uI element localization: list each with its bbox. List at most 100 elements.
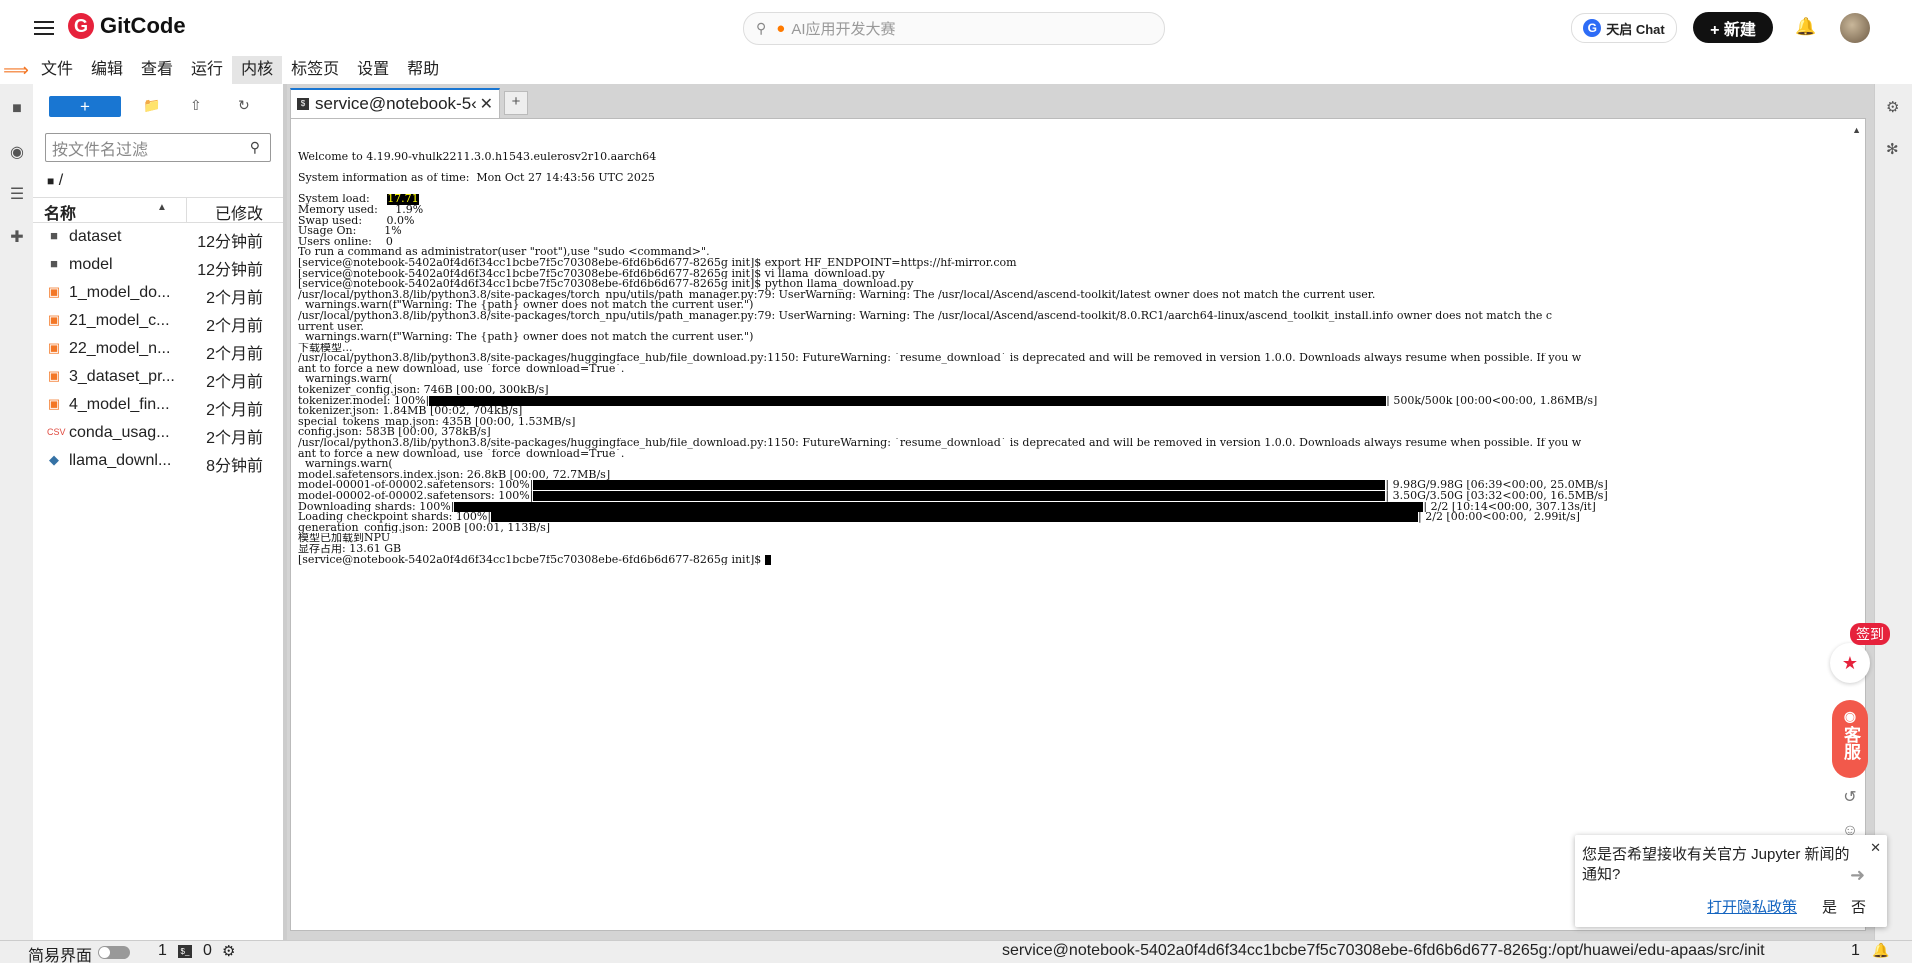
menu-item[interactable]: 内核 [232,56,283,84]
tianqi-chat-button[interactable]: G 天启 Chat [1571,13,1677,43]
search-input[interactable]: ⚲ ● AI应用开发大赛 [743,12,1165,45]
terminal-line-text: warnings.warn( [298,459,393,470]
trophy-icon[interactable]: ★ [1830,643,1870,683]
sign-in-badge[interactable]: 签到 [1850,623,1890,645]
close-icon[interactable]: ✕ [480,94,493,114]
refresh-icon[interactable]: ↻ [238,97,250,114]
scroll-up-icon[interactable]: ▲ [1852,125,1861,135]
terminal-icon[interactable]: $_ [178,945,192,958]
terminal-line: Memory used: 1.9% [298,205,1838,216]
history-icon[interactable]: ↺ [1839,787,1861,809]
close-icon[interactable]: ✕ [1870,840,1881,856]
file-list-item[interactable]: ■ model 12分钟前 [33,252,283,280]
terminal-panel[interactable]: ▲ Welcome to 4.19.90-vhulk2211.3.0.h1543… [290,118,1866,931]
notebook-icon: ▣ [47,368,61,383]
terminal-line-text: warnings.warn(f"Warning: The {path} owne… [298,332,754,343]
customer-service-button[interactable]: ◉ 客服 [1832,700,1868,778]
main-dock-area: $ service@notebook-5‹ ✕ + ▲ Welcome to 4… [287,84,1874,940]
column-divider [186,198,187,222]
progress-stats: | 500k/500k [00:00<00:00, 1.86MB/s] [1386,395,1598,407]
menu-item[interactable]: 设置 [348,56,398,84]
running-kernels-icon[interactable]: ◉ [7,142,27,162]
breadcrumb[interactable]: ■ / [47,172,63,190]
simple-mode-toggle[interactable] [98,946,130,959]
file-list-item[interactable]: ■ dataset 12分钟前 [33,224,283,252]
yes-button[interactable]: 是 [1822,896,1837,917]
terminal-line-text: model-00001-of-00002.safetensors: 100%| [298,480,534,491]
terminal-line: ant to force a new download, use `force_… [298,449,1838,460]
progress-stats: | 2/2 [10:14<00:00, 307.13s/it] [1423,501,1596,513]
file-list-header: 名称 ▲ 已修改 [33,197,283,223]
menu-item[interactable]: 运行 [182,56,232,84]
progress-bar [429,395,1387,406]
terminal-line: Loading checkpoint shards: 100%| | 2/2 [0… [298,512,1838,523]
no-button[interactable]: 否 [1851,896,1866,917]
terminal-line-text: config.json: 583B [00:00, 378kB/s] [298,427,491,439]
file-list-item[interactable]: ▣ 21_model_c... 2个月前 [33,308,283,336]
file-list-item[interactable]: ▣ 22_model_n... 2个月前 [33,336,283,364]
flame-icon: ● [776,20,786,37]
menu-item[interactable]: 文件 [32,56,82,84]
sort-ascending-icon[interactable]: ▲ [157,202,167,213]
terminal-line: warnings.warn( [298,374,1838,385]
property-inspector-icon[interactable]: ⚙ [1886,98,1899,116]
arrow-right-icon[interactable]: ➜ [1850,865,1865,886]
kernel-gear-icon[interactable]: ⚙ [222,942,235,960]
terminal-cursor [764,554,771,565]
menu-item[interactable]: 编辑 [82,56,132,84]
file-list-item[interactable]: CSV conda_usag... 2个月前 [33,420,283,448]
menu-item[interactable]: 查看 [132,56,182,84]
new-launcher-button[interactable]: + [49,96,121,117]
file-name: dataset [69,228,122,245]
terminal-line: Swap used: 0.0% [298,216,1838,227]
terminal-line-text: /usr/local/python3.8/lib/python3.8/site-… [298,310,1553,322]
terminal-path: service@notebook-5402a0f4d6f34cc1bcbe7f5… [1002,942,1765,959]
terminal-line-text: Welcome to 4.19.90-vhulk2211.3.0.h1543.e… [298,152,657,163]
terminal-line-text: 下载模型... [298,342,353,354]
file-list-item[interactable]: ◆ llama_downl... 8分钟前 [33,448,283,476]
terminal-line-text: warnings.warn(f"Warning: The {path} owne… [298,300,754,311]
csv-file-icon: CSV [47,427,66,437]
column-name-header[interactable]: 名称 [44,200,76,224]
new-folder-icon[interactable]: 📁 [143,97,160,114]
notification-bell-icon[interactable]: 🔔 [1872,942,1889,959]
hamburger-menu-icon[interactable] [34,17,54,37]
chat-logo-icon: G [1583,19,1602,37]
terminal-line-text: ant to force a new download, use `force_… [298,363,625,375]
menu-item[interactable]: 标签页 [282,56,348,84]
tab-terminal[interactable]: $ service@notebook-5‹ ✕ [290,88,500,118]
notification-bell-icon[interactable]: 🔔 [1795,17,1816,37]
upload-icon[interactable]: ⇧ [190,97,202,114]
privacy-policy-link[interactable]: 打开隐私政策 [1707,896,1797,917]
toggle-knob [99,947,110,958]
debugger-icon[interactable]: ✻ [1886,140,1899,158]
new-button[interactable]: + 新建 [1693,12,1773,43]
file-modified-time: 2个月前 [206,318,263,335]
terminal-line-text: Users online: 0 [298,236,393,248]
brand-name: GitCode [100,13,186,38]
menu-item[interactable]: 帮助 [398,56,448,84]
folder-icon[interactable]: ■ [7,100,27,120]
terminal-line: [service@notebook-5402a0f4d6f34cc1bcbe7f… [298,269,1838,280]
extension-manager-icon[interactable]: ✚ [7,227,27,247]
file-list-item[interactable]: ▣ 4_model_fin... 2个月前 [33,392,283,420]
terminal-line-text: tokenizer.model: 100%| [298,395,430,407]
column-modified-header[interactable]: 已修改 [215,200,263,224]
file-list-item[interactable]: ▣ 1_model_do... 2个月前 [33,280,283,308]
file-filter-input[interactable]: 按文件名过滤 ⚲ [45,133,271,162]
table-of-contents-icon[interactable]: ☰ [7,184,27,204]
terminal-line: urrent user. [298,322,1838,333]
progress-bar [533,480,1386,491]
add-tab-button[interactable]: + [504,91,528,115]
terminal-line: [service@notebook-5402a0f4d6f34cc1bcbe7f… [298,258,1838,269]
terminal-line-text: ant to force a new download, use `force_… [298,448,625,460]
terminal-line-text: 显存占用: 13.61 GB [298,543,402,555]
terminal-line-text: /usr/local/python3.8/lib/python3.8/site-… [298,438,1582,449]
gitcode-logo-icon: G [68,13,94,39]
file-list-item[interactable]: ▣ 3_dataset_pr... 2个月前 [33,364,283,392]
file-name: 4_model_fin... [69,396,170,413]
gitcode-logo[interactable]: G GitCode [68,13,186,39]
user-avatar[interactable] [1840,13,1870,43]
progress-stats: | 2/2 [00:00<00:00, 2.99it/s] [1418,512,1580,523]
